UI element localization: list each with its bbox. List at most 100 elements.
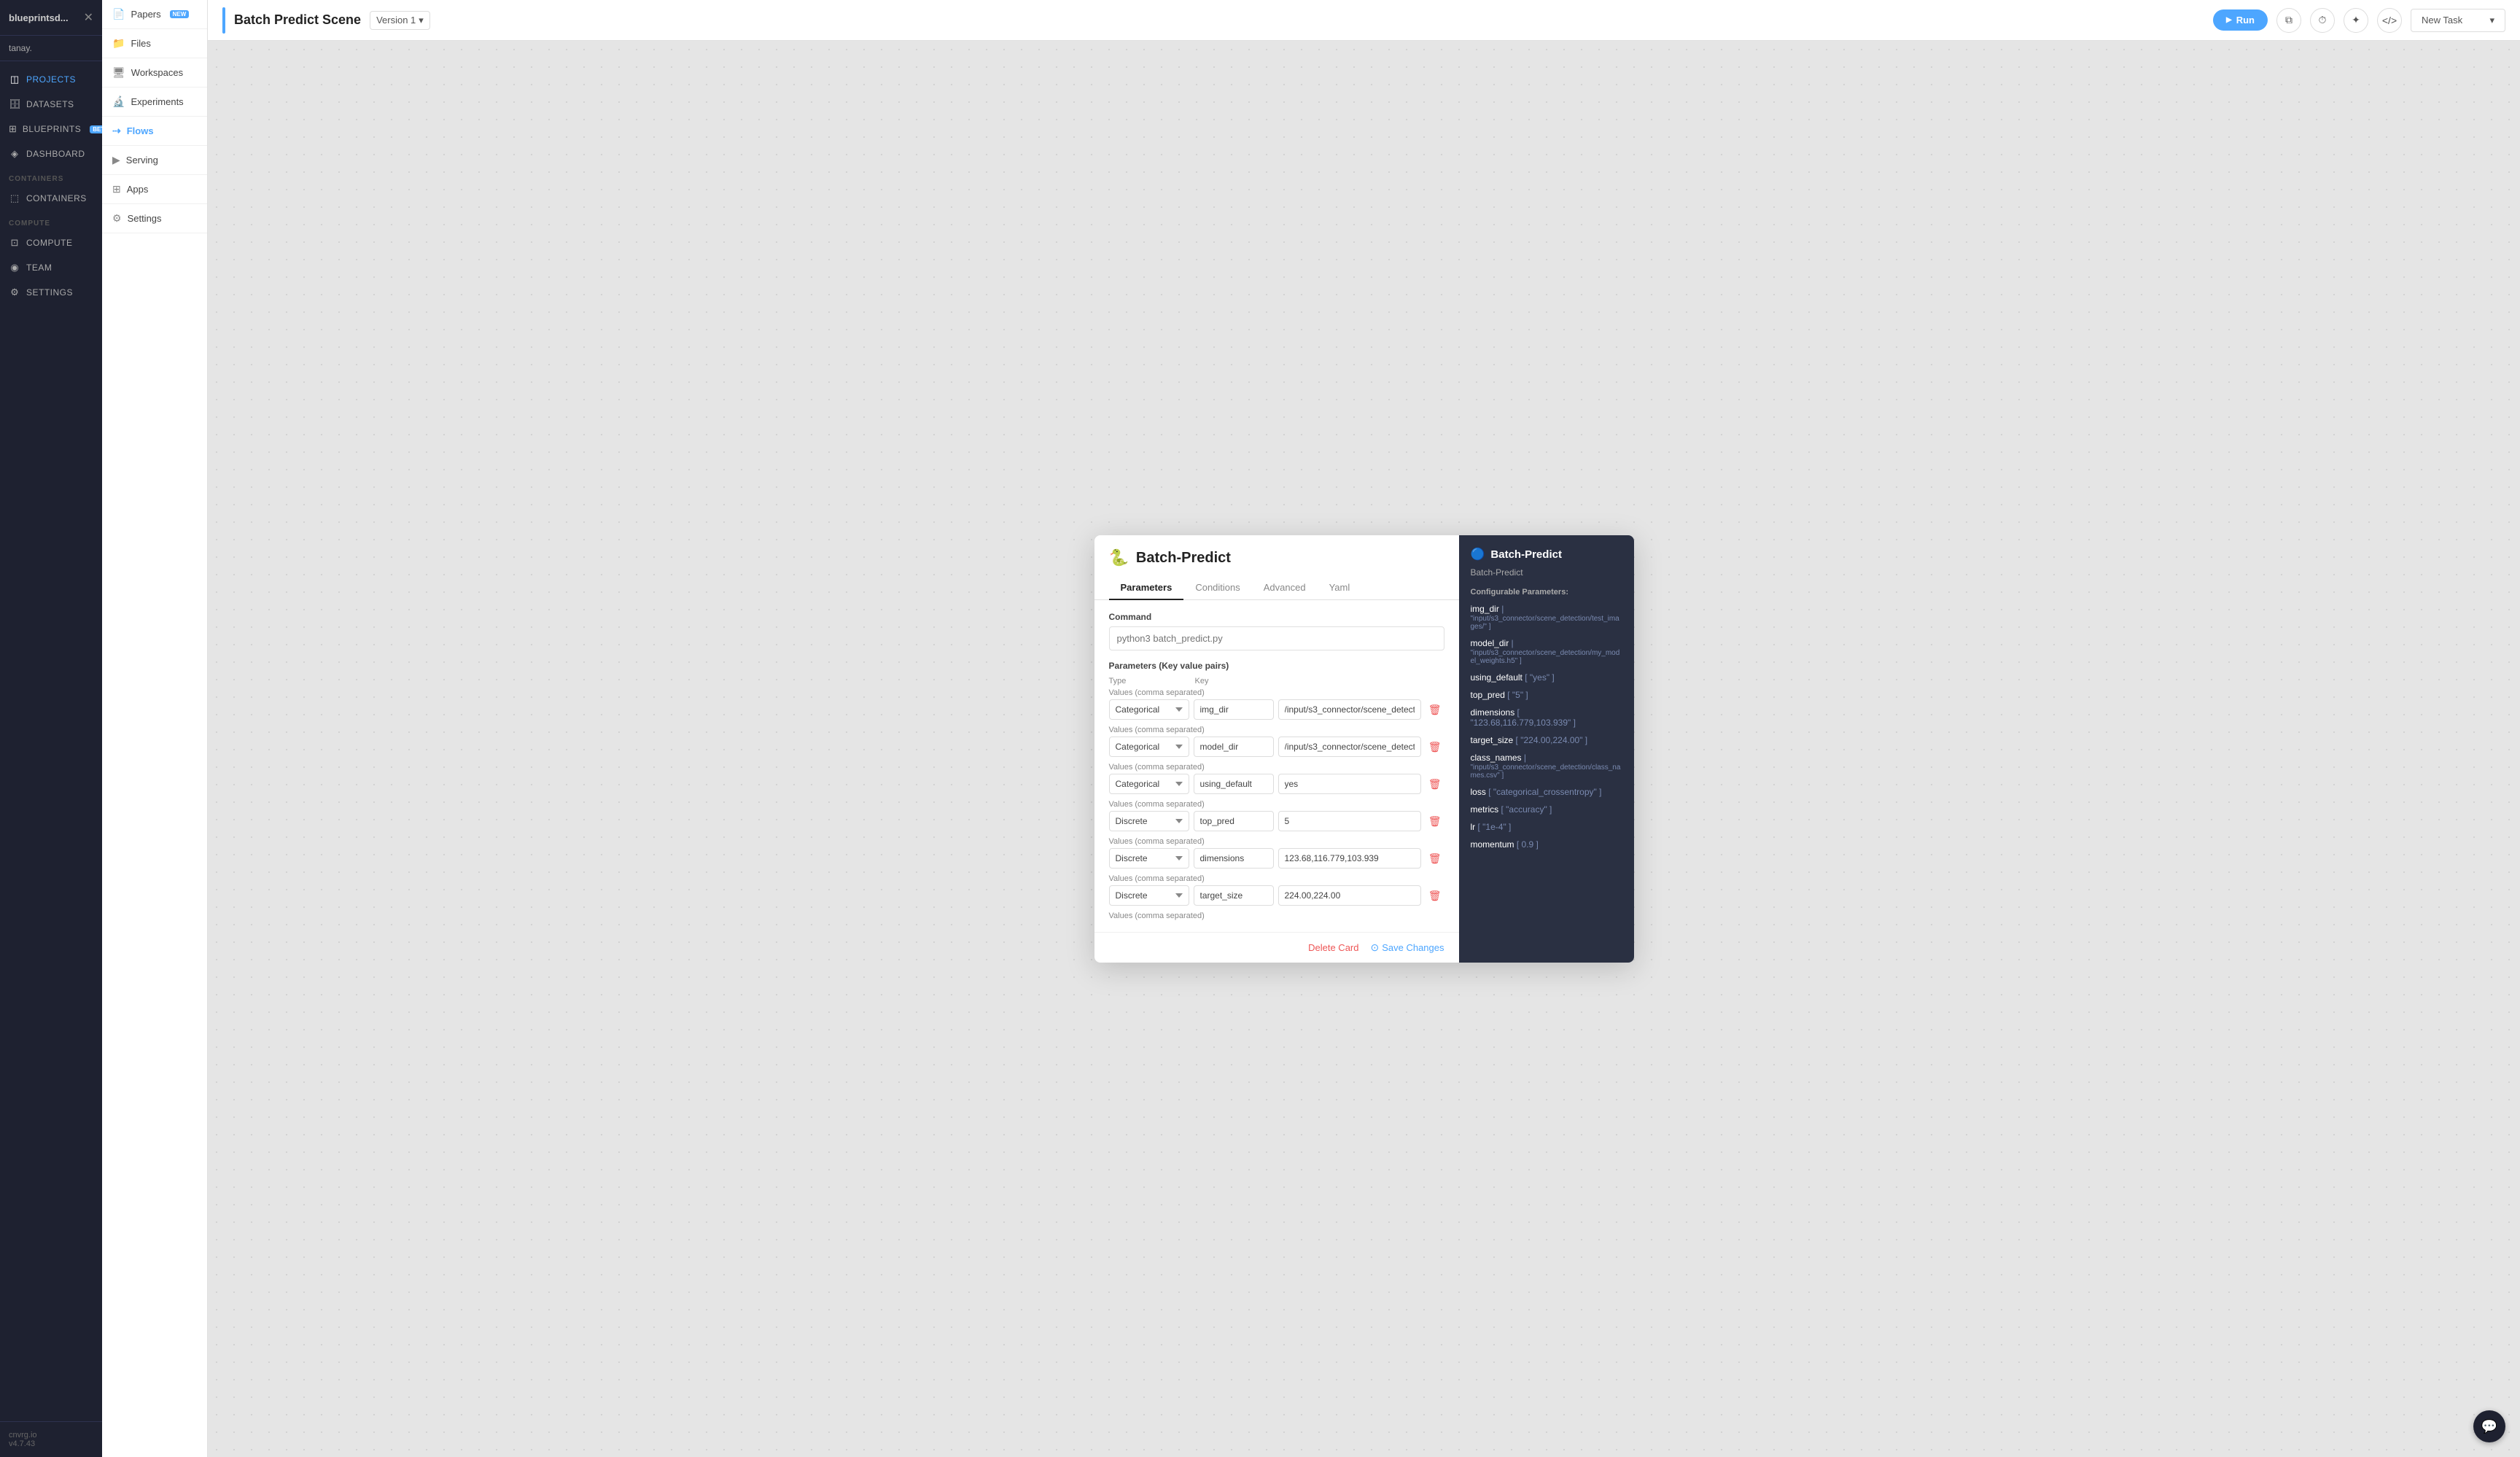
task-chevron-icon: ▾ — [2489, 15, 2494, 26]
val-input-3[interactable] — [1278, 811, 1421, 831]
param-row-0: Values (comma separated) Categorical Dis… — [1109, 688, 1444, 720]
sidebar-item-compute[interactable]: ⊡ COMPUTE — [0, 230, 102, 255]
key-input-1[interactable] — [1194, 737, 1274, 757]
config-param-loss: loss [ "categorical_crossentropy" ] — [1471, 787, 1622, 797]
col-key-label: Key — [1195, 677, 1275, 685]
chat-button[interactable]: 💬 — [2473, 1410, 2505, 1442]
second-settings-icon: ⚙ — [112, 212, 122, 225]
run-label: Run — [2236, 15, 2255, 26]
type-select-2[interactable]: Categorical Discrete — [1109, 774, 1189, 794]
delete-row-2[interactable]: 🗑 — [1426, 775, 1444, 793]
run-button[interactable]: ▶ Run — [2213, 9, 2268, 31]
val-input-1[interactable] — [1278, 737, 1421, 757]
sidebar-item-settings[interactable]: ⚙ SETTINGS — [0, 280, 102, 305]
sidebar-item-dashboard[interactable]: ◈ DASHBOARD — [0, 141, 102, 166]
delete-row-3[interactable]: 🗑 — [1426, 812, 1444, 831]
sidebar-item-datasets[interactable]: 🗄 DATASETS — [0, 92, 102, 117]
tab-advanced[interactable]: Advanced — [1252, 576, 1318, 600]
delete-card-button[interactable]: Delete Card — [1308, 942, 1358, 953]
key-input-3[interactable] — [1194, 811, 1274, 831]
delete-row-5[interactable]: 🗑 — [1426, 887, 1444, 905]
val-input-2[interactable] — [1278, 774, 1421, 794]
sidebar-item-containers[interactable]: ⬚ CONTAINERS — [0, 186, 102, 211]
val-input-4[interactable] — [1278, 848, 1421, 869]
copy-button[interactable]: ⧉ — [2276, 8, 2301, 33]
papers-icon: 📄 — [112, 8, 125, 20]
config-params-label: Configurable Parameters: — [1471, 588, 1622, 597]
config-param-using_default: using_default [ "yes" ] — [1471, 672, 1622, 683]
dashboard-label: DASHBOARD — [26, 149, 85, 159]
files-label: Files — [131, 38, 150, 49]
second-sidebar-papers[interactable]: 📄 Papers NEW — [102, 0, 207, 29]
second-sidebar-files[interactable]: 📁 Files — [102, 29, 207, 58]
containers-section: CONTAINERS — [0, 166, 102, 186]
save-changes-button[interactable]: ⊙ Save Changes — [1370, 941, 1444, 954]
config-param-metrics: metrics [ "accuracy" ] — [1471, 804, 1622, 815]
key-input-0[interactable] — [1194, 699, 1274, 720]
param-inputs-3: Categorical Discrete 🗑 — [1109, 811, 1444, 831]
serving-icon: ▶ — [112, 154, 120, 166]
code-button[interactable]: </> — [2377, 8, 2402, 33]
magic-button[interactable]: ✦ — [2344, 8, 2368, 33]
right-panel-subtitle: Batch-Predict — [1471, 567, 1622, 578]
blueprints-badge: BETA — [90, 125, 102, 133]
tab-parameters[interactable]: Parameters — [1109, 576, 1184, 600]
delete-row-1[interactable]: 🗑 — [1426, 738, 1444, 756]
config-param-model_dir: model_dir | "input/s3_connector/scene_de… — [1471, 638, 1622, 665]
compute-icon: ⊡ — [9, 237, 20, 249]
chat-icon: 💬 — [2481, 1419, 2497, 1434]
blueprints-label: BLUEPRINTS — [23, 124, 81, 134]
files-icon: 📁 — [112, 37, 125, 50]
delete-row-0[interactable]: 🗑 — [1426, 701, 1444, 719]
second-sidebar-workspaces[interactable]: 🖥 Workspaces — [102, 58, 207, 88]
type-select-4[interactable]: Categorical Discrete — [1109, 848, 1189, 869]
second-sidebar-settings[interactable]: ⚙ Settings — [102, 204, 207, 233]
param-inputs-2: Categorical Discrete 🗑 — [1109, 774, 1444, 794]
config-param-momentum: momentum [ 0.9 ] — [1471, 839, 1622, 850]
key-input-5[interactable] — [1194, 885, 1274, 906]
dashboard-icon: ◈ — [9, 148, 20, 160]
containers-label: CONTAINERS — [26, 193, 87, 203]
val-input-0[interactable] — [1278, 699, 1421, 720]
serving-label: Serving — [126, 155, 158, 166]
code-icon: </> — [2382, 15, 2397, 26]
sidebar-footer: cnvrg.io v4.7.43 — [0, 1421, 102, 1457]
flows-label: Flows — [127, 125, 154, 136]
second-sidebar-experiments[interactable]: 🔬 Experiments — [102, 88, 207, 117]
tab-conditions[interactable]: Conditions — [1183, 576, 1251, 600]
second-sidebar-apps[interactable]: ⊞ Apps — [102, 175, 207, 204]
command-input[interactable] — [1109, 626, 1444, 650]
canvas-area[interactable]: 🐍 Batch-Predict Parameters Conditions Ad… — [208, 41, 2520, 1457]
delete-row-4[interactable]: 🗑 — [1426, 850, 1444, 868]
version-dropdown[interactable]: Version 1 ▾ — [370, 11, 430, 30]
config-param-lr: lr [ "1e-4" ] — [1471, 822, 1622, 832]
settings-label: SETTINGS — [26, 287, 73, 298]
type-select-3[interactable]: Categorical Discrete — [1109, 811, 1189, 831]
tab-yaml[interactable]: Yaml — [1318, 576, 1362, 600]
type-select-0[interactable]: Categorical Discrete — [1109, 699, 1189, 720]
flows-icon: ⇢ — [112, 125, 121, 137]
val-input-5[interactable] — [1278, 885, 1421, 906]
type-select-1[interactable]: Categorical Discrete — [1109, 737, 1189, 757]
sidebar-item-blueprints[interactable]: ⊞ BLUEPRINTS BETA — [0, 117, 102, 141]
task-dropdown[interactable]: New Task ▾ — [2411, 9, 2505, 32]
close-sidebar-button[interactable]: ✕ — [84, 10, 93, 25]
config-param-class_names: class_names | "input/s3_connector/scene_… — [1471, 753, 1622, 780]
second-sidebar-serving[interactable]: ▶ Serving — [102, 146, 207, 175]
col-type-label: Type — [1109, 677, 1189, 685]
sidebar-item-team[interactable]: ◉ TEAM — [0, 255, 102, 280]
second-sidebar-flows[interactable]: ⇢ Flows — [102, 117, 207, 146]
key-input-2[interactable] — [1194, 774, 1274, 794]
config-param-target_size: target_size [ "224.00,224.00" ] — [1471, 735, 1622, 745]
sidebar-item-projects[interactable]: ◫ PROJECTS — [0, 67, 102, 92]
type-select-5[interactable]: Categorical Discrete — [1109, 885, 1189, 906]
params-label: Parameters (Key value pairs) — [1109, 661, 1444, 671]
batch-predict-modal: 🐍 Batch-Predict Parameters Conditions Ad… — [1094, 535, 1634, 963]
clock-button[interactable]: ⏱ — [2310, 8, 2335, 33]
val-label-3: Values (comma separated) — [1109, 800, 1444, 809]
second-settings-label: Settings — [128, 213, 162, 224]
modal-title: Batch-Predict — [1136, 550, 1231, 567]
compute-label: COMPUTE — [26, 238, 73, 248]
key-input-4[interactable] — [1194, 848, 1274, 869]
left-sidebar: blueprintsd... ✕ tanay. ◫ PROJECTS 🗄 DAT… — [0, 0, 102, 1457]
